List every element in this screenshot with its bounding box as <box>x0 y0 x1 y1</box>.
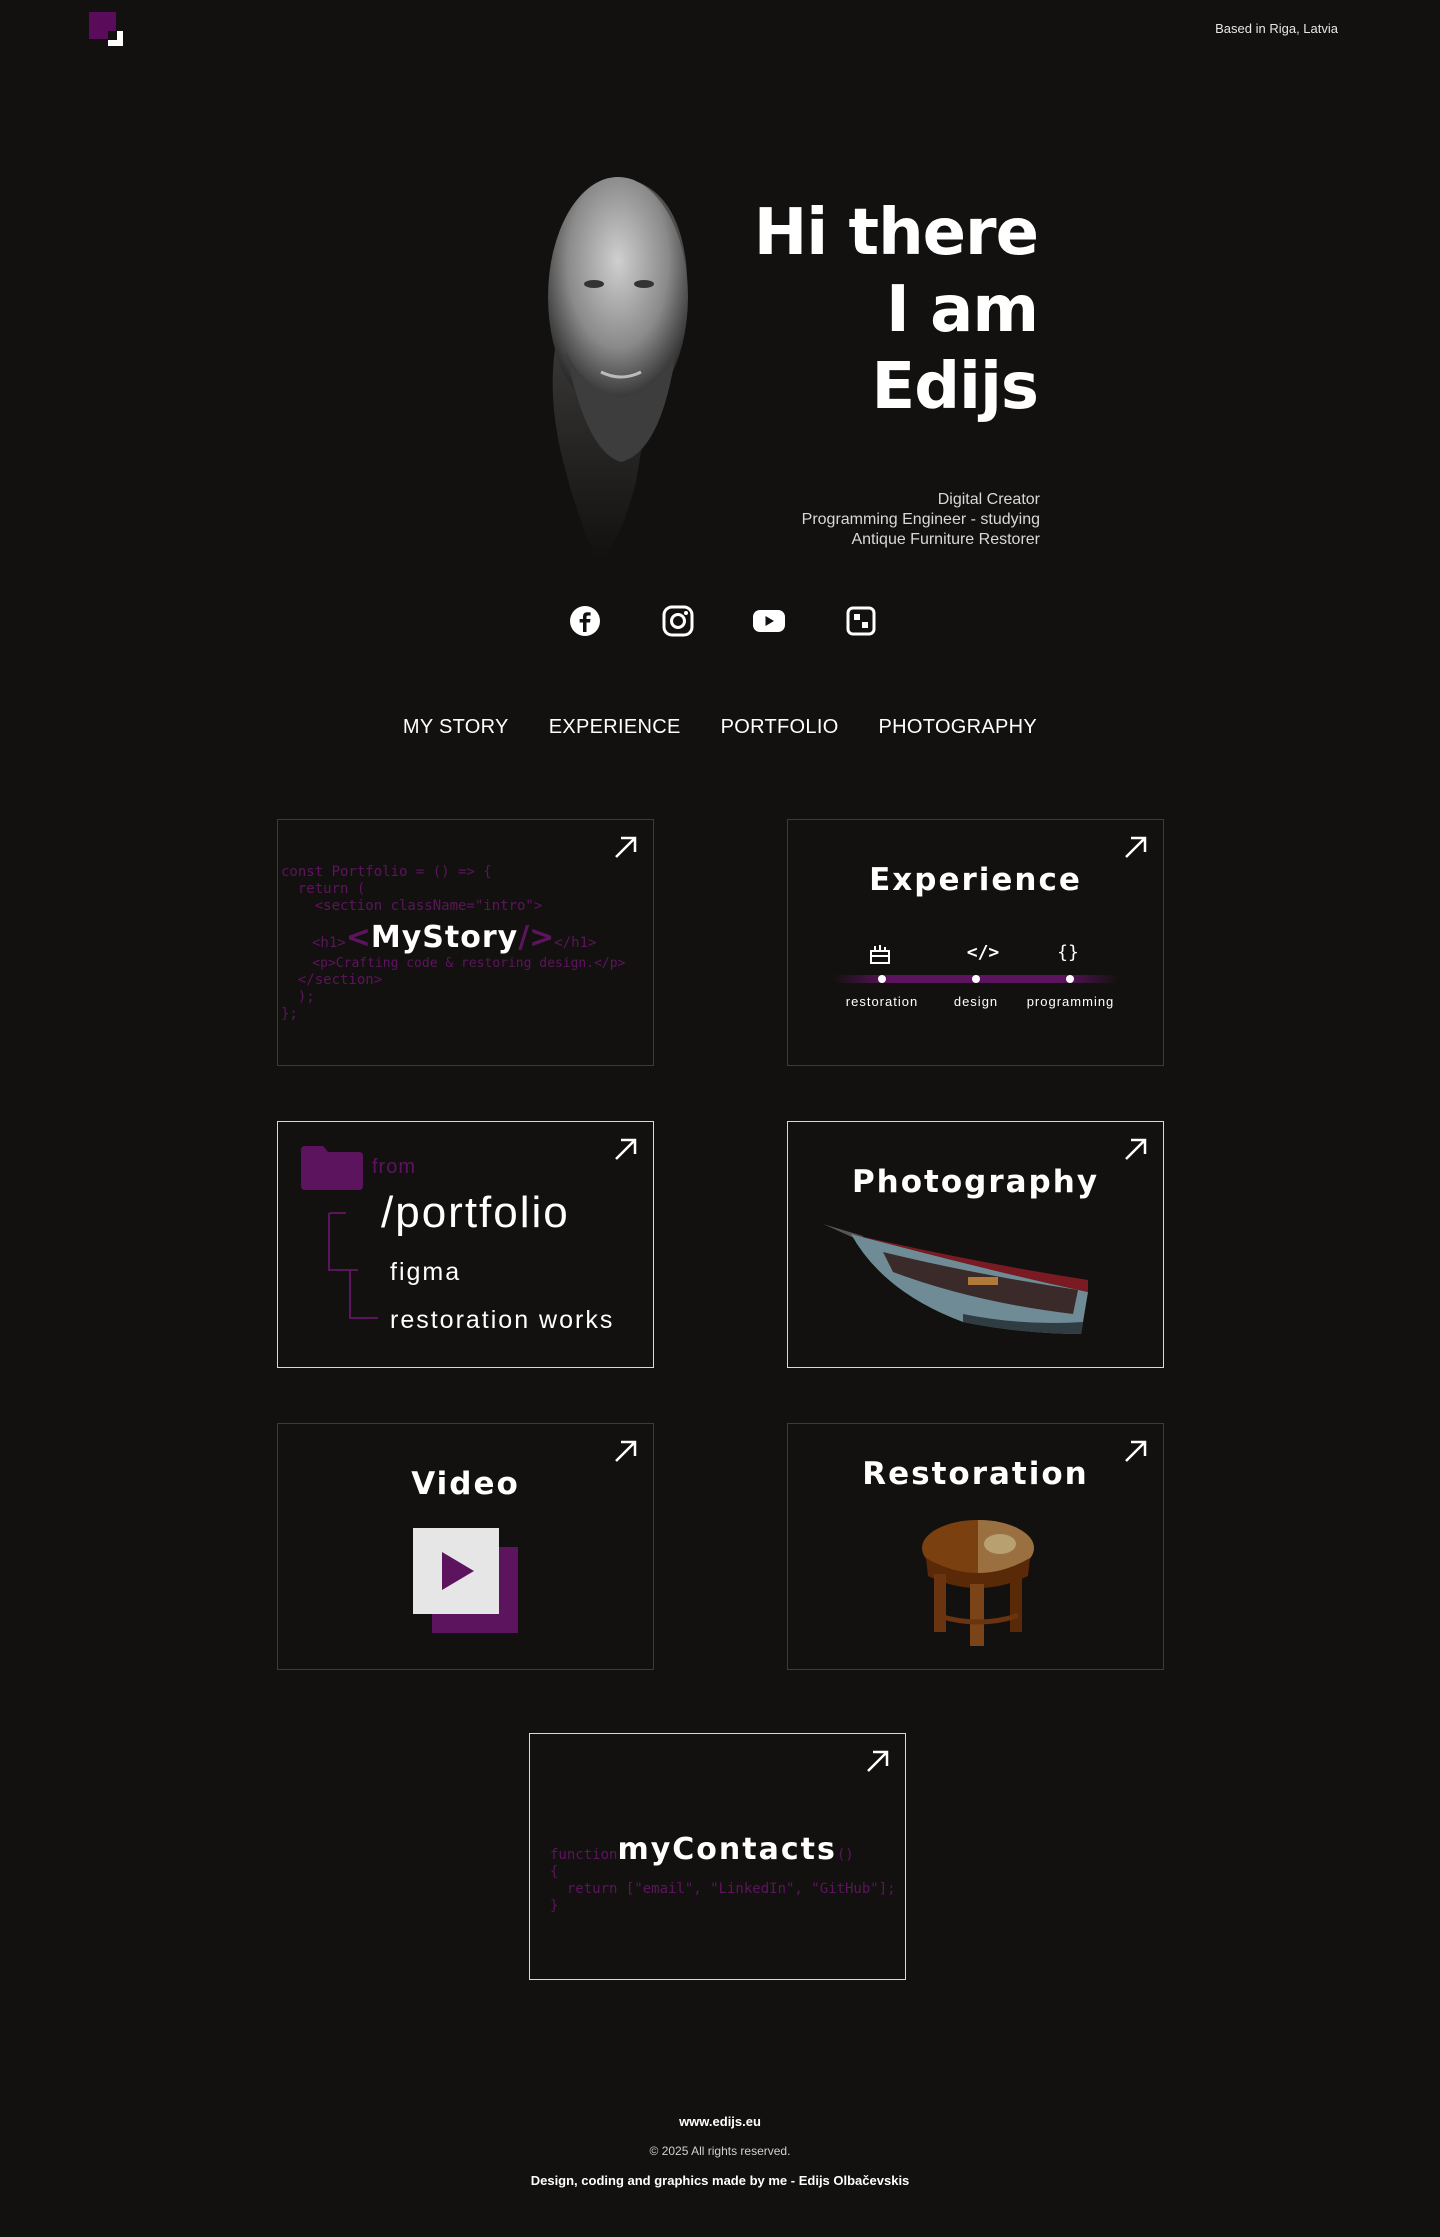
card-restoration[interactable]: Restoration <box>787 1423 1164 1670</box>
code-line: { <box>550 1864 559 1880</box>
code-line: </section> <box>281 972 383 988</box>
gallery-icon[interactable] <box>843 603 879 639</box>
folder-icon <box>301 1146 363 1190</box>
nav-experience[interactable]: EXPERIENCE <box>549 716 681 739</box>
youtube-icon[interactable] <box>751 603 787 639</box>
nav-portfolio[interactable]: PORTFOLIO <box>721 716 839 739</box>
card-my-story[interactable]: const Portfolio = () => { return ( <sect… <box>277 819 654 1066</box>
hero-line-1: Hi there <box>753 196 1039 270</box>
card-contacts[interactable]: functionmyContacts() { return ["email", … <box>529 1733 906 1980</box>
boat-photo <box>823 1224 1088 1334</box>
mystory-heading-line: <h1><MyStory/></h1> <box>312 920 596 955</box>
h1-close-tag: </h1> <box>554 935 597 951</box>
footer-credit: Design, coding and graphics made by me -… <box>530 2173 910 2188</box>
portfolio-item-figma[interactable]: figma <box>390 1258 461 1287</box>
hero-line-2: I am <box>886 273 1039 347</box>
parens: () <box>836 1847 854 1863</box>
arrow-up-right-icon <box>615 1138 637 1160</box>
portfolio-item-restoration-works[interactable]: restoration works <box>390 1306 614 1335</box>
code-line: ); <box>281 989 315 1005</box>
code-line: } <box>550 1898 559 1914</box>
code-line: <p>Crafting code & restoring design.</p> <box>281 956 626 971</box>
photography-title: Photography <box>851 1164 1100 1200</box>
facebook-icon[interactable] <box>567 603 603 639</box>
arrow-up-right-icon <box>615 836 637 858</box>
contacts-title: myContacts <box>617 1832 837 1867</box>
arrow-up-right-icon <box>1125 1138 1147 1160</box>
portfolio-path: /portfolio <box>381 1188 570 1237</box>
code-icon: </> <box>966 942 1000 963</box>
card-photography[interactable]: Photography <box>787 1121 1164 1368</box>
code-line: <section className="intro"> <box>281 898 543 914</box>
footer-copyright: © 2025 All rights reserved. <box>649 2144 791 2158</box>
arrow-up-right-icon <box>867 1750 889 1772</box>
footer-site-link[interactable]: www.edijs.eu <box>0 2114 1440 2129</box>
code-line: return ( <box>281 881 366 897</box>
arrow-up-right-icon <box>615 1440 637 1462</box>
gt-sign: /> <box>518 920 555 955</box>
hero-heading: Hi there I am Edijs <box>753 195 1040 426</box>
card-video[interactable]: Video <box>277 1423 654 1670</box>
arrow-up-right-icon <box>1125 836 1147 858</box>
stool-photo <box>922 1520 1034 1646</box>
nav-photography[interactable]: PHOTOGRAPHY <box>879 716 1038 739</box>
card-experience[interactable]: Experience </> {} restoration design pro… <box>787 819 1164 1066</box>
hero-line-3: Edijs <box>871 350 1040 424</box>
timeline-dot <box>1066 975 1074 983</box>
site-logo[interactable] <box>89 12 123 46</box>
hero-roles: Digital Creator Programming Engineer - s… <box>802 490 1040 550</box>
timeline-dot <box>878 975 886 983</box>
play-button[interactable] <box>413 1528 499 1614</box>
lt-sign: < <box>345 920 371 955</box>
portrait-photo <box>548 177 688 558</box>
function-keyword: function <box>550 1847 618 1863</box>
h1-open-tag: <h1> <box>312 935 346 951</box>
timeline-label-restoration: restoration <box>845 994 919 1009</box>
location-text: Based in Riga, Latvia <box>1215 21 1338 36</box>
code-line: const Portfolio = () => { <box>281 864 492 880</box>
main-nav: MY STORY EXPERIENCE PORTFOLIO PHOTOGRAPH… <box>0 716 1440 739</box>
role-2: Programming Engineer - studying <box>801 511 1040 528</box>
braces-icon: {} <box>1057 942 1079 963</box>
mystory-title: MyStory <box>370 920 519 955</box>
code-line: return ["email", "LinkedIn", "GitHub"]; <box>550 1881 896 1897</box>
tree-lines <box>328 1212 378 1319</box>
instagram-icon[interactable] <box>660 603 696 639</box>
role-3: Antique Furniture Restorer <box>851 531 1040 548</box>
portfolio-from-text: from <box>372 1156 416 1178</box>
restoration-title: Restoration <box>862 1456 1089 1492</box>
timeline-dot <box>972 975 980 983</box>
code-line: }; <box>281 1006 298 1022</box>
timeline-label-design: design <box>953 994 999 1009</box>
video-title: Video <box>411 1466 520 1502</box>
contacts-heading-line: functionmyContacts() <box>550 1832 854 1867</box>
card-portfolio[interactable]: from /portfolio figma restoration works <box>277 1121 654 1368</box>
experience-title: Experience <box>869 862 1082 898</box>
timeline-label-programming: programming <box>1026 994 1115 1009</box>
toolbox-icon <box>870 945 890 964</box>
play-icon <box>442 1552 474 1590</box>
nav-my-story[interactable]: MY STORY <box>403 716 509 739</box>
role-1: Digital Creator <box>937 491 1040 508</box>
